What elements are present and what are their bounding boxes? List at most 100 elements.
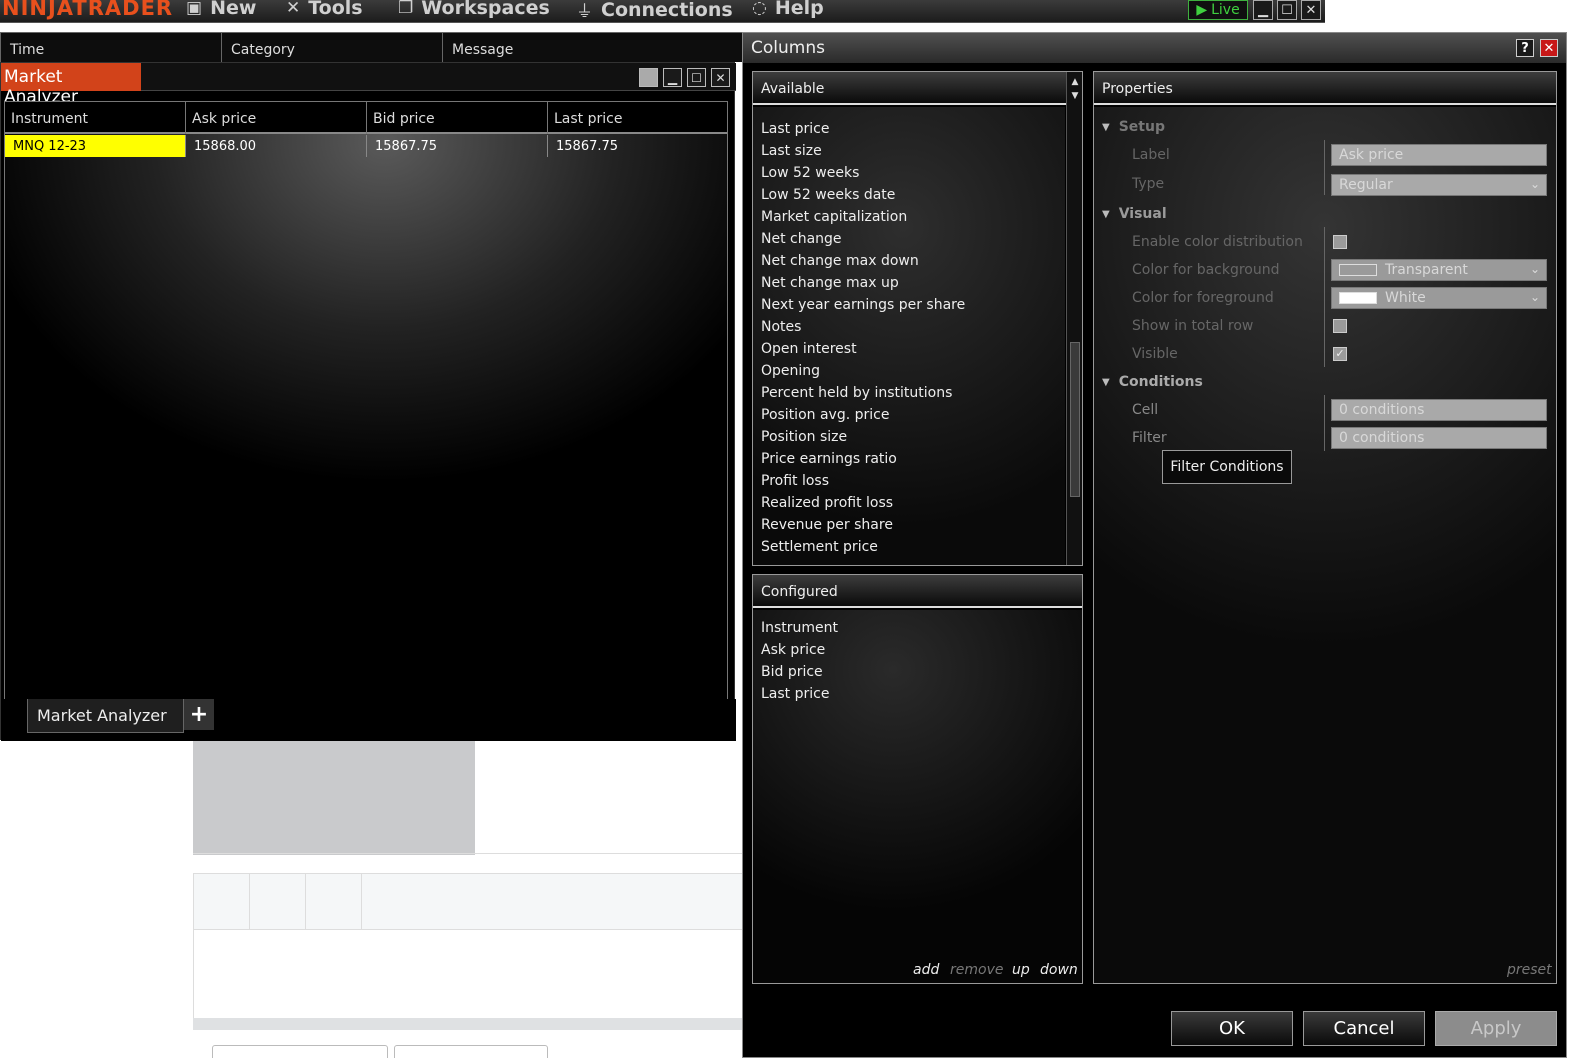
ma-minimize-button[interactable]: ▁ — [663, 68, 682, 87]
available-item[interactable]: Market capitalization — [761, 209, 907, 225]
section-visual[interactable]: ▼ Visual — [1102, 206, 1167, 222]
available-item[interactable]: Net change — [761, 231, 842, 247]
add-link[interactable]: add — [913, 962, 939, 978]
tab-market-analyzer[interactable]: Market Analyzer — [27, 699, 184, 733]
available-item[interactable]: Realized profit loss — [761, 495, 893, 511]
list-item[interactable]: Ask price — [761, 642, 825, 658]
cell-instrument[interactable]: MNQ 12-23 — [5, 135, 186, 157]
available-scrollbar[interactable]: ▲ ▼ — [1066, 72, 1082, 565]
live-button[interactable]: ▶ Live — [1188, 0, 1248, 20]
log-column-time[interactable]: Time — [0, 33, 222, 63]
section-conditions[interactable]: ▼ Conditions — [1102, 374, 1203, 390]
log-column-category[interactable]: Category — [221, 33, 443, 63]
available-item[interactable]: Next year earnings per share — [761, 297, 965, 313]
section-visual-label: Visual — [1118, 206, 1167, 222]
help-button[interactable]: ? — [1516, 39, 1534, 57]
background-table — [193, 873, 743, 1023]
grid-column-last-price[interactable]: Last price — [548, 102, 729, 134]
menu-workspaces[interactable]: ❐ Workspaces — [398, 0, 550, 19]
grid-column-bid-price[interactable]: Bid price — [367, 102, 548, 134]
enable-color-distribution-checkbox[interactable] — [1333, 235, 1347, 249]
available-item[interactable]: Opening — [761, 363, 820, 379]
menu-new[interactable]: ▣ New — [186, 0, 256, 19]
label-field[interactable]: Ask price — [1331, 144, 1547, 166]
cell-last-price[interactable]: 15867.75 — [548, 135, 729, 157]
columns-dialog-title[interactable]: Columns — [743, 33, 1566, 63]
tools-icon: ✕ — [286, 0, 301, 18]
minimize-button[interactable]: ▁ — [1253, 0, 1273, 20]
chevron-down-icon: ⌄ — [1529, 262, 1540, 276]
list-item[interactable]: Instrument — [761, 620, 838, 636]
grid-column-instrument[interactable]: Instrument — [5, 102, 186, 134]
list-item[interactable]: Last price — [761, 686, 829, 702]
background-table-column-divider — [305, 874, 306, 930]
scroll-up-icon[interactable]: ▲ — [1069, 76, 1081, 88]
color-foreground-value: White — [1385, 290, 1426, 306]
add-tab-button[interactable]: + — [184, 699, 214, 730]
log-column-message[interactable]: Message — [442, 33, 745, 63]
section-setup[interactable]: ▼ Setup — [1102, 119, 1165, 135]
ma-maximize-button[interactable]: ☐ — [687, 68, 706, 87]
list-item[interactable]: Bid price — [761, 664, 823, 680]
visible-label: Visible — [1132, 346, 1178, 362]
preset-link[interactable]: preset — [1507, 962, 1552, 978]
color-foreground-select[interactable]: White ⌄ — [1331, 287, 1547, 309]
show-in-total-row-checkbox[interactable] — [1333, 319, 1347, 333]
filter-conditions-label: Filter — [1132, 430, 1167, 446]
close-button[interactable]: ✕ — [1301, 0, 1321, 20]
remove-link[interactable]: remove — [950, 962, 1003, 978]
cancel-button[interactable]: Cancel — [1303, 1011, 1425, 1046]
filter-conditions-field[interactable]: 0 conditions — [1331, 427, 1547, 449]
available-item[interactable]: Last size — [761, 143, 822, 159]
available-item[interactable]: Settlement price — [761, 539, 878, 555]
dialog-close-button[interactable]: ✕ — [1540, 39, 1558, 57]
cell-bid-price[interactable]: 15867.75 — [367, 135, 548, 157]
filter-conditions-button[interactable]: Filter Conditions — [1162, 450, 1292, 484]
available-item[interactable]: Price earnings ratio — [761, 451, 897, 467]
property-divider — [1324, 395, 1325, 451]
available-item[interactable]: Position size — [761, 429, 847, 445]
link-button[interactable] — [639, 68, 658, 87]
available-item[interactable]: Percent held by institutions — [761, 385, 952, 401]
market-analyzer-grid[interactable]: Instrument Ask price Bid price Last pric… — [4, 101, 728, 701]
ma-close-button[interactable]: ✕ — [711, 68, 730, 87]
available-item[interactable]: Low 52 weeks date — [761, 187, 895, 203]
background-scrollbar — [193, 1018, 743, 1030]
available-item[interactable]: Notes — [761, 319, 801, 335]
section-conditions-label: Conditions — [1118, 374, 1203, 390]
scroll-down-icon[interactable]: ▼ — [1069, 90, 1081, 102]
columns-dialog: Columns ? ✕ Available Last price Last siz… — [742, 32, 1567, 1058]
available-item[interactable]: Net change max down — [761, 253, 919, 269]
menu-new-label: New — [210, 0, 257, 19]
ok-button[interactable]: OK — [1171, 1011, 1293, 1046]
visible-checkbox[interactable]: ✓ — [1333, 347, 1347, 361]
available-panel: Available Last price Last size Low 52 week… — [752, 71, 1083, 566]
available-item[interactable]: Open interest — [761, 341, 857, 357]
maximize-button[interactable]: ☐ — [1277, 0, 1297, 20]
menu-connections-label: Connections — [601, 0, 733, 21]
cell-conditions-field[interactable]: 0 conditions — [1331, 399, 1547, 421]
down-link[interactable]: down — [1040, 962, 1078, 978]
properties-grid: ▼ Setup Label Ask price Type Regular ⌄ ▼… — [1094, 107, 1556, 983]
menu-help[interactable]: ◌ Help — [752, 0, 824, 19]
close-icon: ✕ — [715, 70, 726, 85]
cell-ask-price[interactable]: 15868.00 — [186, 135, 367, 157]
type-select[interactable]: Regular ⌄ — [1331, 174, 1547, 196]
available-item[interactable]: Net change max up — [761, 275, 899, 291]
scroll-thumb[interactable] — [1070, 342, 1080, 497]
menu-connections[interactable]: ⏚ Connections — [576, 0, 733, 22]
up-link[interactable]: up — [1012, 962, 1030, 978]
table-row[interactable]: MNQ 12-23 15868.00 15867.75 15867.75 — [5, 135, 727, 157]
available-list[interactable]: Last price Last size Low 52 weeks Low 52 we… — [753, 107, 1065, 565]
apply-button[interactable]: Apply — [1435, 1011, 1557, 1046]
configured-list[interactable]: Instrument Ask price Bid price Last pric… — [753, 610, 1082, 983]
available-item[interactable]: Low 52 weeks — [761, 165, 859, 181]
available-item[interactable]: Profit loss — [761, 473, 829, 489]
menu-tools[interactable]: ✕ Tools — [286, 0, 363, 19]
color-background-select[interactable]: Transparent ⌄ — [1331, 259, 1547, 281]
available-item[interactable]: Last price — [761, 121, 829, 137]
grid-column-ask-price[interactable]: Ask price — [186, 102, 367, 134]
available-item[interactable]: Position avg. price — [761, 407, 889, 423]
available-item[interactable]: Revenue per share — [761, 517, 893, 533]
log-window: Time Category Message — [0, 32, 745, 63]
